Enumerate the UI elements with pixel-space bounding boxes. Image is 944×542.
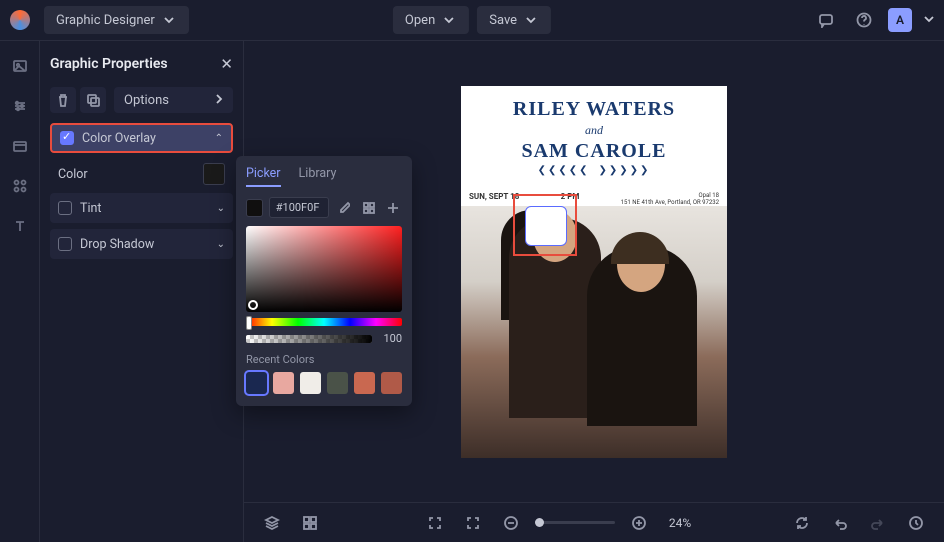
color-label: Color [58,167,88,182]
checkbox-on-icon[interactable] [60,131,74,145]
chevron-down-icon [523,12,539,28]
eyedropper-icon[interactable] [335,198,353,218]
color-swatch[interactable] [203,163,225,185]
fit-icon[interactable] [421,509,449,537]
save-button[interactable]: Save [477,6,551,34]
zoom-out-icon[interactable] [497,509,525,537]
recent-swatch[interactable] [273,372,294,394]
saturation-lightness-area[interactable] [246,226,402,312]
tab-picker[interactable]: Picker [246,166,281,187]
tint-section[interactable]: Tint ⌄ [50,193,233,223]
duplicate-icon[interactable] [80,87,106,113]
selection-highlight [513,194,577,256]
mode-dropdown[interactable]: Graphic Designer [44,6,189,34]
properties-panel: Graphic Properties ✕ Options Color Overl… [40,41,244,542]
delete-icon[interactable] [50,87,76,113]
text-tool-icon[interactable] [9,215,31,237]
decoration: ❮❮❮❮❮ ❯❯❯❯❯ [461,165,727,176]
elements-tool-icon[interactable] [9,175,31,197]
canvas-toolbar: 24% [244,502,944,542]
hex-input[interactable] [269,197,329,218]
color-picker-popover: Picker Library 100 Recent Colors [236,156,412,406]
recent-colors-label: Recent Colors [246,353,402,366]
mode-label: Graphic Designer [56,13,155,28]
alpha-value: 100 [378,332,402,345]
recent-colors [246,372,402,394]
comment-icon[interactable] [812,6,840,34]
hue-slider[interactable] [246,318,402,326]
color-row: Color [50,159,233,193]
chevron-up-icon: ⌃ [215,133,223,144]
checkbox-off-icon[interactable] [58,201,72,215]
tool-strip [0,41,40,542]
center-actions: Open Save [393,6,551,34]
panel-title: Graphic Properties [50,56,168,72]
app-logo-icon [10,10,30,30]
zoom-in-icon[interactable] [625,509,653,537]
alpha-slider[interactable] [246,335,372,343]
undo-icon[interactable] [826,509,854,537]
history-icon[interactable] [902,509,930,537]
recent-swatch[interactable] [327,372,348,394]
layers-icon[interactable] [258,509,286,537]
checkbox-off-icon[interactable] [58,237,72,251]
adjust-tool-icon[interactable] [9,95,31,117]
close-icon[interactable]: ✕ [220,55,233,73]
chevron-down-icon: ⌄ [217,239,225,250]
chevron-right-icon [213,92,223,108]
chevron-down-icon[interactable] [922,12,934,28]
library-tool-icon[interactable] [9,135,31,157]
chevron-down-icon: ⌄ [217,203,225,214]
current-color-swatch [246,199,263,217]
image-tool-icon[interactable] [9,55,31,77]
open-button[interactable]: Open [393,6,469,34]
recent-swatch[interactable] [246,372,267,394]
drop-shadow-section[interactable]: Drop Shadow ⌄ [50,229,233,259]
refresh-icon[interactable] [788,509,816,537]
recent-swatch[interactable] [300,372,321,394]
chevron-down-icon [441,12,457,28]
artboard[interactable]: RILEY WATERS and SAM CAROLE ❮❮❮❮❮ ❯❯❯❯❯ … [461,86,727,458]
recent-swatch[interactable] [354,372,375,394]
recent-swatch[interactable] [381,372,402,394]
help-icon[interactable] [850,6,878,34]
sl-cursor[interactable] [248,300,258,310]
add-icon[interactable] [384,198,402,218]
event-info: SUN, SEPT 18 2 PM Opal 18 151 NE 41th Av… [469,192,719,206]
redo-icon[interactable] [864,509,892,537]
avatar[interactable]: A [888,8,912,32]
selected-element[interactable] [525,206,567,246]
tab-library[interactable]: Library [299,166,337,187]
color-overlay-section[interactable]: Color Overlay ⌃ [50,123,233,153]
grid-icon[interactable] [296,509,324,537]
options-dropdown[interactable]: Options [114,87,233,113]
zoom-slider[interactable] [535,521,615,524]
zoom-value: 24% [669,516,691,530]
invitation-text: RILEY WATERS and SAM CAROLE ❮❮❮❮❮ ❯❯❯❯❯ [461,98,727,176]
top-bar: Graphic Designer Open Save A [0,0,944,41]
expand-icon[interactable] [459,509,487,537]
chevron-down-icon [161,12,177,28]
swatch-grid-icon[interactable] [359,198,377,218]
